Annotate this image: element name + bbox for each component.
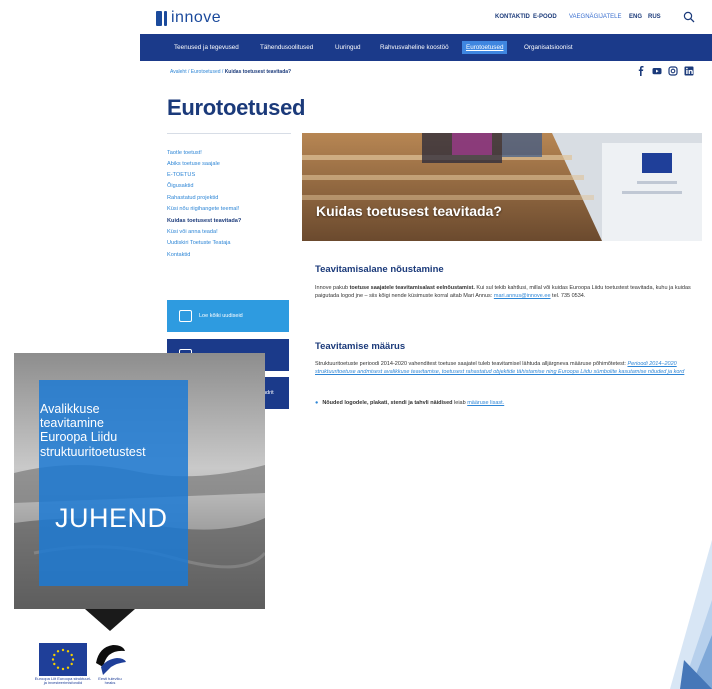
brochure-title: JUHEND <box>55 503 168 533</box>
sidebar-item-kontaktid[interactable]: Kontaktid <box>167 252 190 258</box>
brochure-line: Avalikkuse <box>40 402 100 416</box>
corner-decoration <box>670 540 712 689</box>
linkedin-icon[interactable] <box>684 66 694 76</box>
newspaper-icon <box>179 310 192 322</box>
text-intro: Innove pakub <box>315 285 350 291</box>
nav-item-teenused[interactable]: Teenused ja tegevused <box>174 44 239 51</box>
eu-flag-logo <box>39 643 87 676</box>
sidebar-item-kuidas-teavitada[interactable]: Kuidas toetusest teavitada? <box>167 218 241 224</box>
logo-text: innove <box>171 9 222 26</box>
section-text-maarus: Struktuuritoetuste perioodi 2014-2020 va… <box>315 360 700 377</box>
top-link-kontaktid[interactable]: KONTAKTID <box>495 14 530 20</box>
facebook-icon[interactable] <box>636 66 646 76</box>
eesti-logo <box>96 645 126 675</box>
nav-item-organisatsioonist[interactable]: Organisatsioonist <box>524 44 573 51</box>
sidebar-divider <box>167 133 291 134</box>
hero-photo <box>302 133 702 241</box>
search-icon[interactable] <box>683 11 695 23</box>
breadcrumb-home[interactable]: Avaleht <box>170 69 187 75</box>
ee-caption: Eesti tuleviku heaks <box>98 676 122 686</box>
logo-mark-bar-icon <box>164 10 167 26</box>
breadcrumb-separator: / <box>187 69 190 75</box>
sidebar-item-taotle[interactable]: Taotle toetust! <box>167 150 202 156</box>
innove-logo[interactable]: innove <box>156 9 221 27</box>
text-phone: tel. 735 0534. <box>550 293 586 300</box>
appendix-link[interactable]: määruse lisast. <box>467 400 504 406</box>
lang-rus[interactable]: RUS <box>648 14 661 20</box>
read-all-news-button[interactable]: Loe kõiki uudiseid <box>167 300 289 332</box>
nav-item-rahvusvaheline[interactable]: Rahvusvaheline koostöö <box>380 44 449 51</box>
sidebar-item-rahastatud[interactable]: Rahastatud projektid <box>167 195 218 201</box>
youtube-icon[interactable] <box>652 66 662 76</box>
sidebar-item-e-toetus[interactable]: E-TOETUS <box>167 172 195 178</box>
sidebar-item-oigusaktid[interactable]: Õigusaktid <box>167 183 193 189</box>
section-heading-maarus: Teavitamise määrus <box>315 341 406 352</box>
nav-item-uuringud[interactable]: Uuringud <box>335 44 361 51</box>
email-link[interactable]: mari.annus@innove.ee <box>494 293 551 299</box>
section-text-noustamine: Innove pakub toetuse saajatele teavitami… <box>315 284 700 301</box>
brochure-line: struktuuritoetustest <box>40 444 146 459</box>
breadcrumb: Avaleht / Eurotoetused / Kuidas toetuses… <box>170 69 291 75</box>
bullet-bold: Nõuded logodele, plakati, stendi ja tahv… <box>322 400 453 406</box>
page-title: Eurotoetused <box>167 95 306 120</box>
brochure-line: Euroopa Liidu <box>40 430 118 445</box>
text-bold: toetuse saajatele teavitamisalast eelnõu… <box>349 285 475 291</box>
read-all-news-label: Loe kõiki uudiseid <box>199 313 243 319</box>
brochure-line: teavitamine <box>40 416 104 431</box>
bullet-item: ● Nõuded logodele, plakati, stendi ja tah… <box>315 400 504 406</box>
instagram-icon[interactable] <box>668 66 678 76</box>
brochure-subtitle: Avalikkuse teavitamine Euroopa Liidu str… <box>40 402 180 459</box>
text-regulation: Struktuuritoetuste perioodi 2014-2020 va… <box>315 361 628 367</box>
section-heading-noustamine: Teavitamisalane nõustamine <box>315 264 444 275</box>
top-bar: innove KONTAKTID E-POOD VAEGNÄGIJATELE E… <box>140 0 712 34</box>
breadcrumb-separator: / <box>221 69 224 75</box>
sidebar-item-abiks[interactable]: Abiks toetuse saajale <box>167 161 220 167</box>
top-link-vaegnagijatele[interactable]: VAEGNÄGIJATELE <box>569 14 621 20</box>
breadcrumb-current: Kuidas toetusest teavitada? <box>224 69 292 75</box>
top-link-e-pood[interactable]: E-POOD <box>533 14 557 20</box>
brochure-cover <box>14 353 265 609</box>
bullet-text: leiab <box>452 400 468 406</box>
sidebar-item-kusi-voi-anna[interactable]: Küsi või anna teada! <box>167 229 218 235</box>
lang-eng[interactable]: ENG <box>629 14 642 20</box>
hero-title: Kuidas toetusest teavitada? <box>316 203 502 219</box>
logo-mark-icon <box>156 10 162 26</box>
sidebar-item-kusi-nou[interactable]: Küsi nõu riigihangete teemal! <box>167 206 239 212</box>
brochure-pointer-icon <box>85 609 135 631</box>
hero-image: Kuidas toetusest teavitada? <box>302 133 702 241</box>
nav-item-tahendusoolitused[interactable]: Tähendusoolitused <box>260 44 313 51</box>
main-navigation: Teenused ja tegevused Tähendusoolitused … <box>140 34 712 61</box>
sidebar-item-uudiskiri[interactable]: Uudiskiri Toetuste Teataja <box>167 240 231 246</box>
eu-caption: Euroopa Liit Euroopa struktuuri- ja inve… <box>34 676 92 686</box>
bullet-dot-icon: ● <box>315 400 319 406</box>
breadcrumb-parent[interactable]: Eurotoetused <box>191 69 221 75</box>
nav-item-eurotoetused[interactable]: Eurotoetused <box>462 41 508 54</box>
